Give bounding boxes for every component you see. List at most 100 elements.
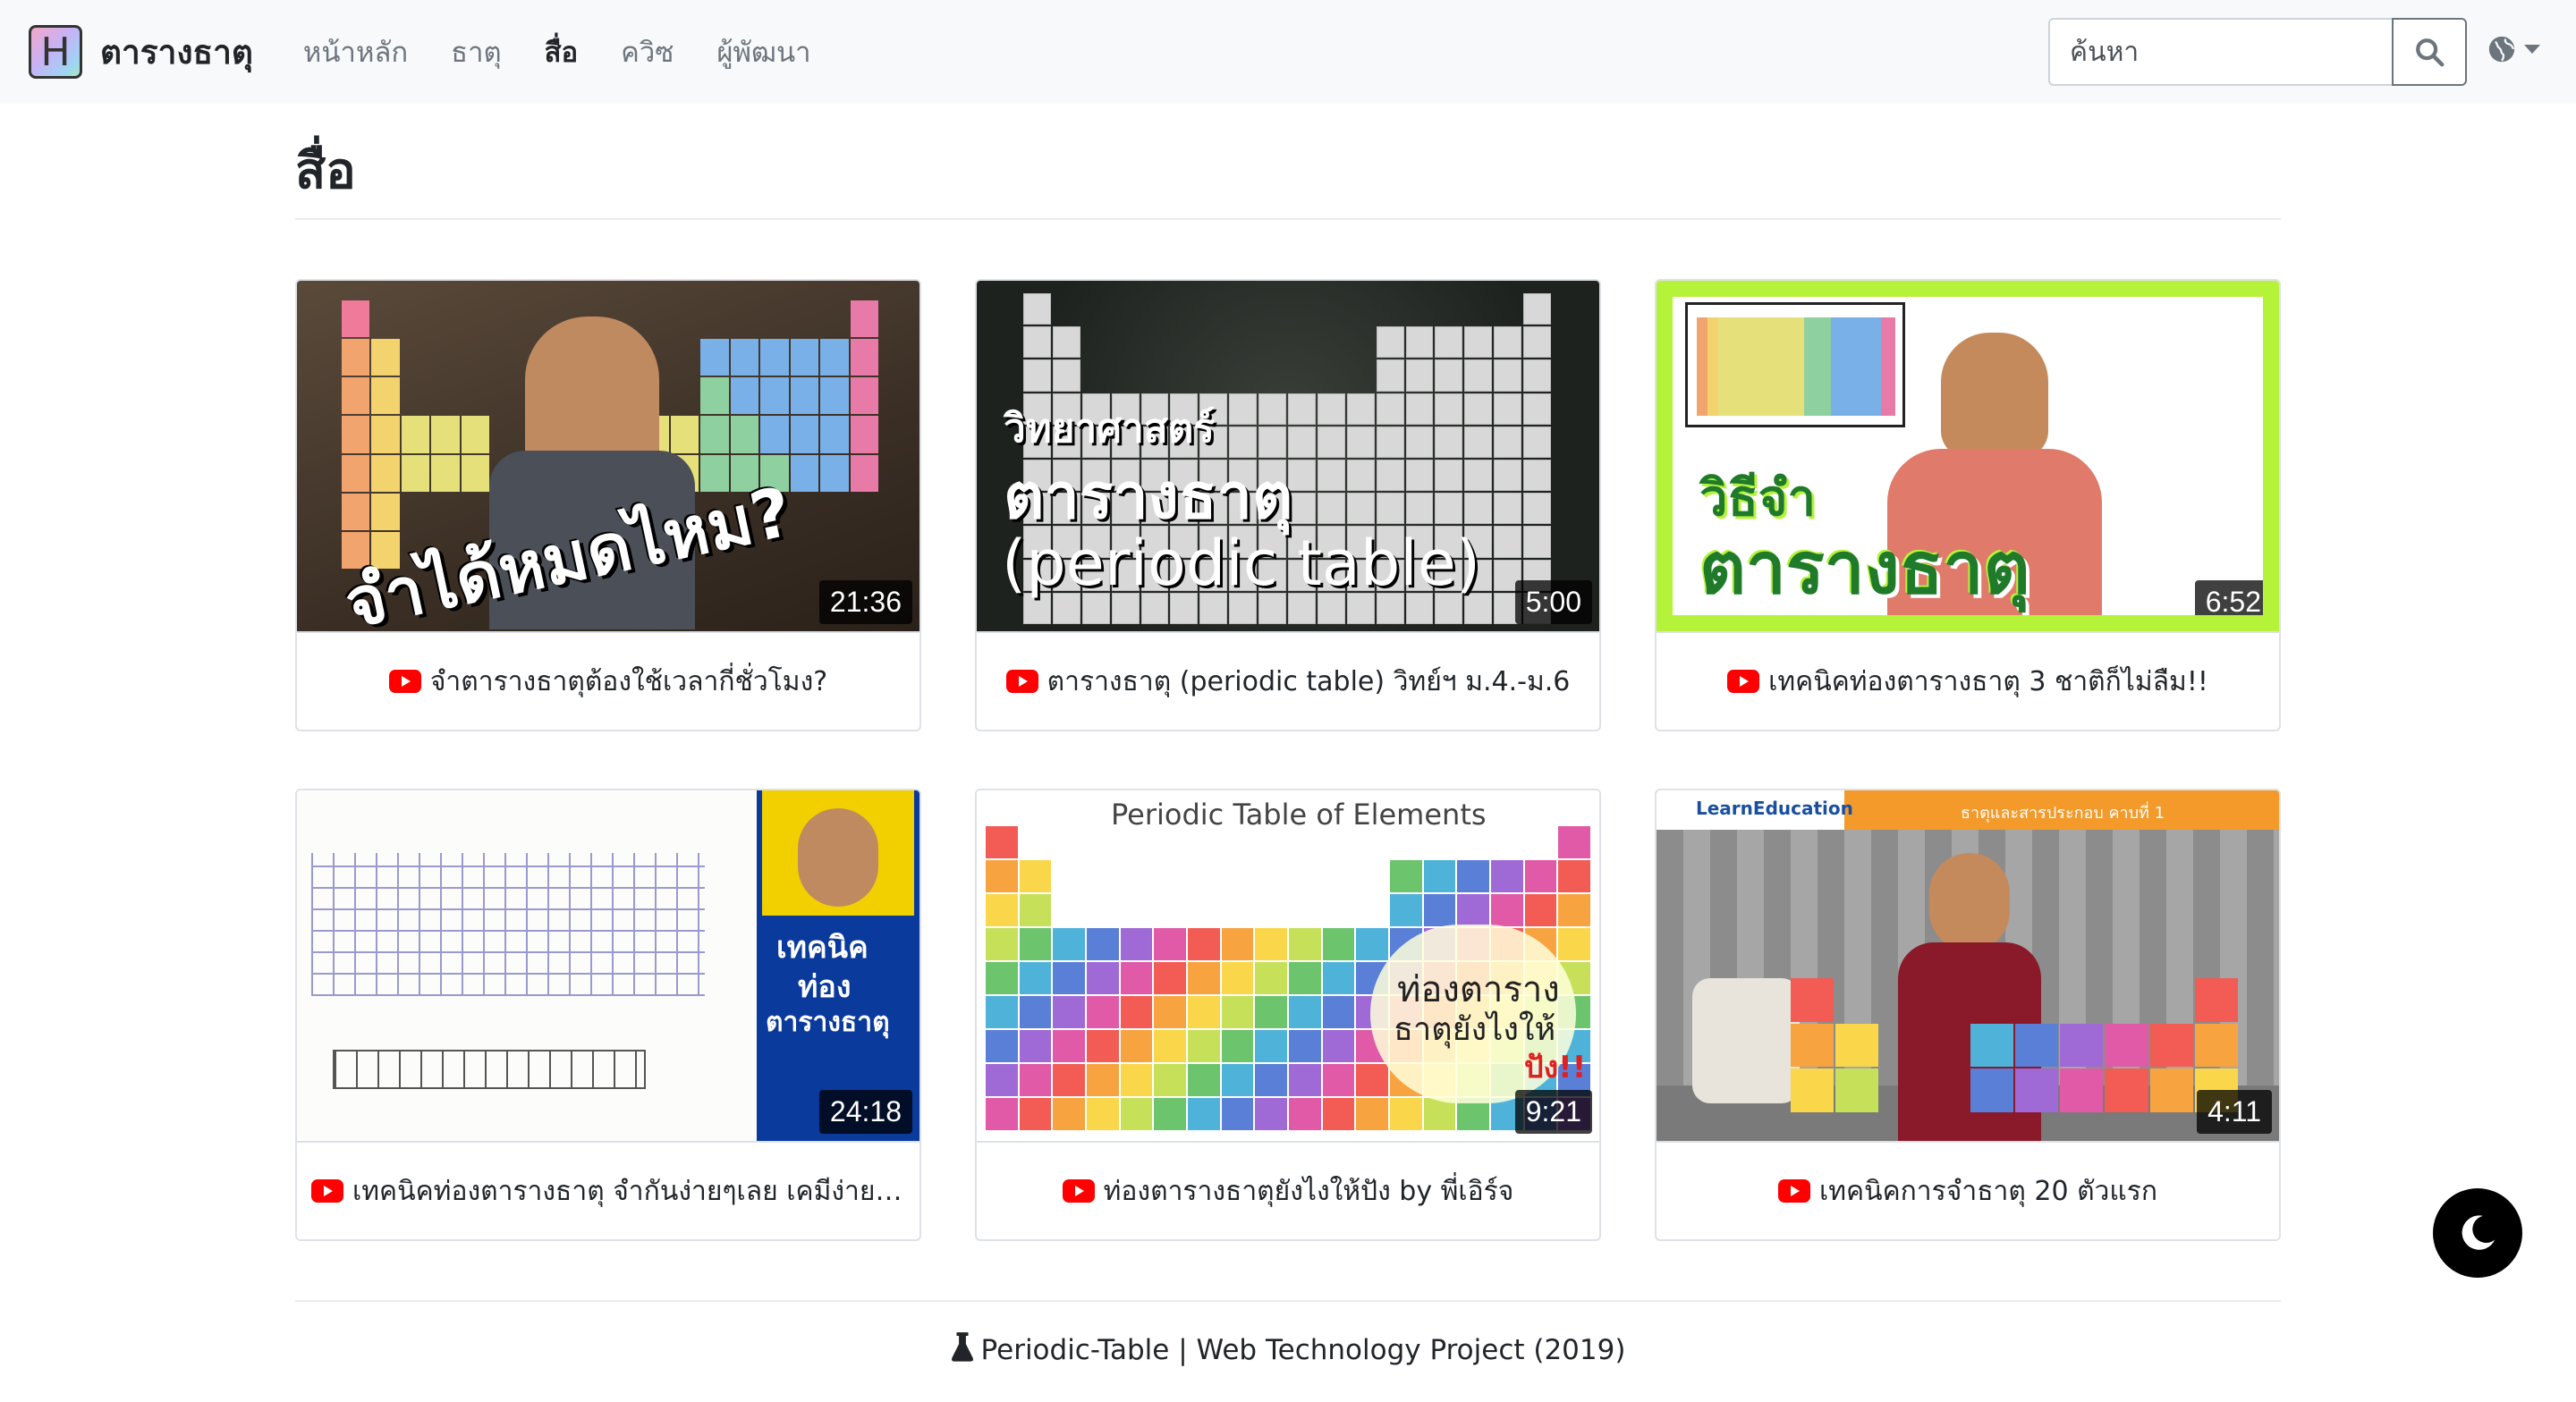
search-input[interactable]: [2048, 18, 2392, 86]
nav-link-home[interactable]: หน้าหลัก: [282, 30, 429, 74]
element-cell: [1494, 326, 1522, 359]
element-cell: [1020, 826, 1052, 858]
element-cell: [1053, 1030, 1085, 1062]
dark-mode-toggle[interactable]: [2433, 1188, 2522, 1278]
youtube-icon: [1005, 670, 1038, 693]
element-cell: [1376, 426, 1404, 458]
element-cell: [1405, 460, 1434, 492]
element-cell: [1289, 826, 1321, 858]
video-thumbnail[interactable]: เทคนิค ท่อง ตารางธาตุ 24:18: [297, 790, 919, 1141]
video-title[interactable]: เทคนิคการจำธาตุ 20 ตัวแรก: [1819, 1170, 2157, 1212]
element-cell: [1347, 293, 1375, 325]
nav-link-quiz[interactable]: ควิซ: [599, 30, 695, 74]
element-cell: [1457, 860, 1489, 892]
video-card[interactable]: Periodic Table of Elements ท่องตาราง ธาต…: [975, 789, 1601, 1241]
element-cell: [2015, 978, 2058, 1022]
divider: [295, 1300, 2281, 1302]
element-cell: [1052, 359, 1080, 392]
element-cell: [1019, 1098, 1052, 1130]
search-button[interactable]: [2392, 18, 2467, 86]
video-card[interactable]: จำได้หมดไหม? 21:36 จำตารางธาตุต้องใช้เวล…: [295, 279, 921, 731]
video-title[interactable]: ท่องตารางธาตุยังไงให้ปัง by พี่เอิร์จ: [1104, 1170, 1514, 1212]
flask-icon: [951, 1332, 973, 1362]
thumbnail-header: ธาตุและสารประกอบ คาบที่ 1: [1961, 804, 2165, 823]
element-cell: [1222, 860, 1254, 892]
element-cell: [1288, 293, 1316, 325]
element-cell: [1141, 326, 1169, 358]
thumbnail-overlay-text: (periodic table): [1002, 527, 1481, 600]
globe-icon: [2488, 36, 2515, 63]
element-cell: [1424, 826, 1456, 858]
video-title[interactable]: เทคนิคท่องตารางธาตุ จำกันง่ายๆเลย เคมีง่…: [352, 1170, 905, 1212]
element-cell: [1970, 1023, 2013, 1068]
youtube-icon: [1727, 670, 1760, 693]
video-card[interactable]: เทคนิค ท่อง ตารางธาตุ 24:18 เทคนิคท่องตา…: [295, 789, 921, 1241]
element-cell: [1926, 1024, 1969, 1068]
element-cell: [1255, 996, 1287, 1028]
element-cell: [1154, 996, 1186, 1028]
element-cell: [1229, 326, 1257, 358]
video-title[interactable]: เทคนิคท่องตารางธาตุ 3 ชาติก็ไม่ลืม!!: [1768, 661, 2208, 703]
nav-link-elements[interactable]: ธาตุ: [429, 30, 522, 74]
element-cell: [2015, 1068, 2059, 1112]
element-cell: [1141, 293, 1169, 325]
element-cell: [1120, 1098, 1153, 1130]
element-cell: [1087, 860, 1119, 892]
nav-link-media[interactable]: สื่อ: [523, 30, 600, 74]
search-icon: [2416, 38, 2445, 67]
element-cell: [1087, 894, 1119, 926]
element-cell: [1491, 826, 1523, 858]
element-cell: [986, 928, 1018, 960]
element-cell: [1791, 978, 1835, 1022]
element-cell: [1087, 1030, 1119, 1062]
element-cell: [1019, 1030, 1052, 1062]
footer-text: Periodic-Table | Web Technology Project …: [980, 1334, 1626, 1366]
video-card[interactable]: วิทยาศาสตร์ ตารางธาตุ (periodic table) 5…: [975, 279, 1601, 731]
nav-link-developers[interactable]: ผู้พัฒนา: [695, 30, 832, 74]
element-cell: [1494, 526, 1522, 558]
element-cell: [986, 894, 1018, 926]
element-cell: [1154, 860, 1186, 892]
element-cell: [1170, 359, 1198, 391]
element-cell: [1346, 460, 1375, 492]
element-cell: [1053, 996, 1085, 1028]
video-duration: 21:36: [818, 580, 912, 624]
element-cell: [1880, 978, 1923, 1022]
element-cell: [1405, 426, 1434, 458]
video-thumbnail[interactable]: วิธีจำ ตารางธาตุ 6:52: [1657, 281, 2279, 631]
element-cell: [1791, 1068, 1835, 1112]
element-cell: [1435, 293, 1462, 325]
video-title[interactable]: ตารางธาตุ (periodic table) วิทย์ฯ ม.4.-ม…: [1047, 661, 1571, 703]
element-cell: [1464, 460, 1493, 492]
element-cell: [1464, 359, 1493, 392]
moon-icon: [2462, 1215, 2496, 1250]
element-cell: [1435, 460, 1463, 492]
element-cell: [1318, 359, 1345, 391]
video-thumbnail[interactable]: จำได้หมดไหม? 21:36: [297, 281, 919, 631]
video-thumbnail[interactable]: วิทยาศาสตร์ ตารางธาตุ (periodic table) 5…: [977, 281, 1599, 631]
element-cell: [2060, 1068, 2104, 1112]
video-card-footer: เทคนิคการจำธาตุ 20 ตัวแรก: [1657, 1141, 2279, 1239]
element-cell: [1494, 393, 1522, 425]
video-thumbnail[interactable]: Periodic Table of Elements ท่องตาราง ธาต…: [977, 790, 1599, 1141]
divider: [295, 218, 2281, 220]
element-cell: [1791, 1023, 1835, 1068]
element-cell: [1926, 978, 1969, 1022]
language-dropdown[interactable]: [2487, 34, 2540, 64]
element-cell: [1523, 326, 1551, 359]
video-thumbnail[interactable]: LearnEducation ธาตุและสารประกอบ คาบที่ 1…: [1657, 790, 2279, 1141]
element-cell: [1494, 460, 1522, 492]
video-card-footer: จำตารางธาตุต้องใช้เวลากี่ชั่วโมง?: [297, 631, 919, 730]
element-cell: [1019, 928, 1052, 960]
element-cell: [1121, 894, 1153, 926]
video-title[interactable]: จำตารางธาตุต้องใช้เวลากี่ชั่วโมง?: [430, 661, 827, 703]
element-cell: [1053, 928, 1085, 960]
element-cell: [1523, 426, 1551, 458]
element-cell: [1435, 493, 1463, 525]
brand-link[interactable]: H ตารางธาตุ: [29, 25, 253, 79]
element-cell: [2105, 1023, 2148, 1068]
video-card[interactable]: วิธีจำ ตารางธาตุ 6:52 เทคนิคท่องตารางธาต…: [1655, 279, 2281, 731]
element-cell: [1019, 894, 1052, 926]
element-cell: [1835, 1068, 1879, 1112]
video-card[interactable]: LearnEducation ธาตุและสารประกอบ คาบที่ 1…: [1655, 789, 2281, 1241]
